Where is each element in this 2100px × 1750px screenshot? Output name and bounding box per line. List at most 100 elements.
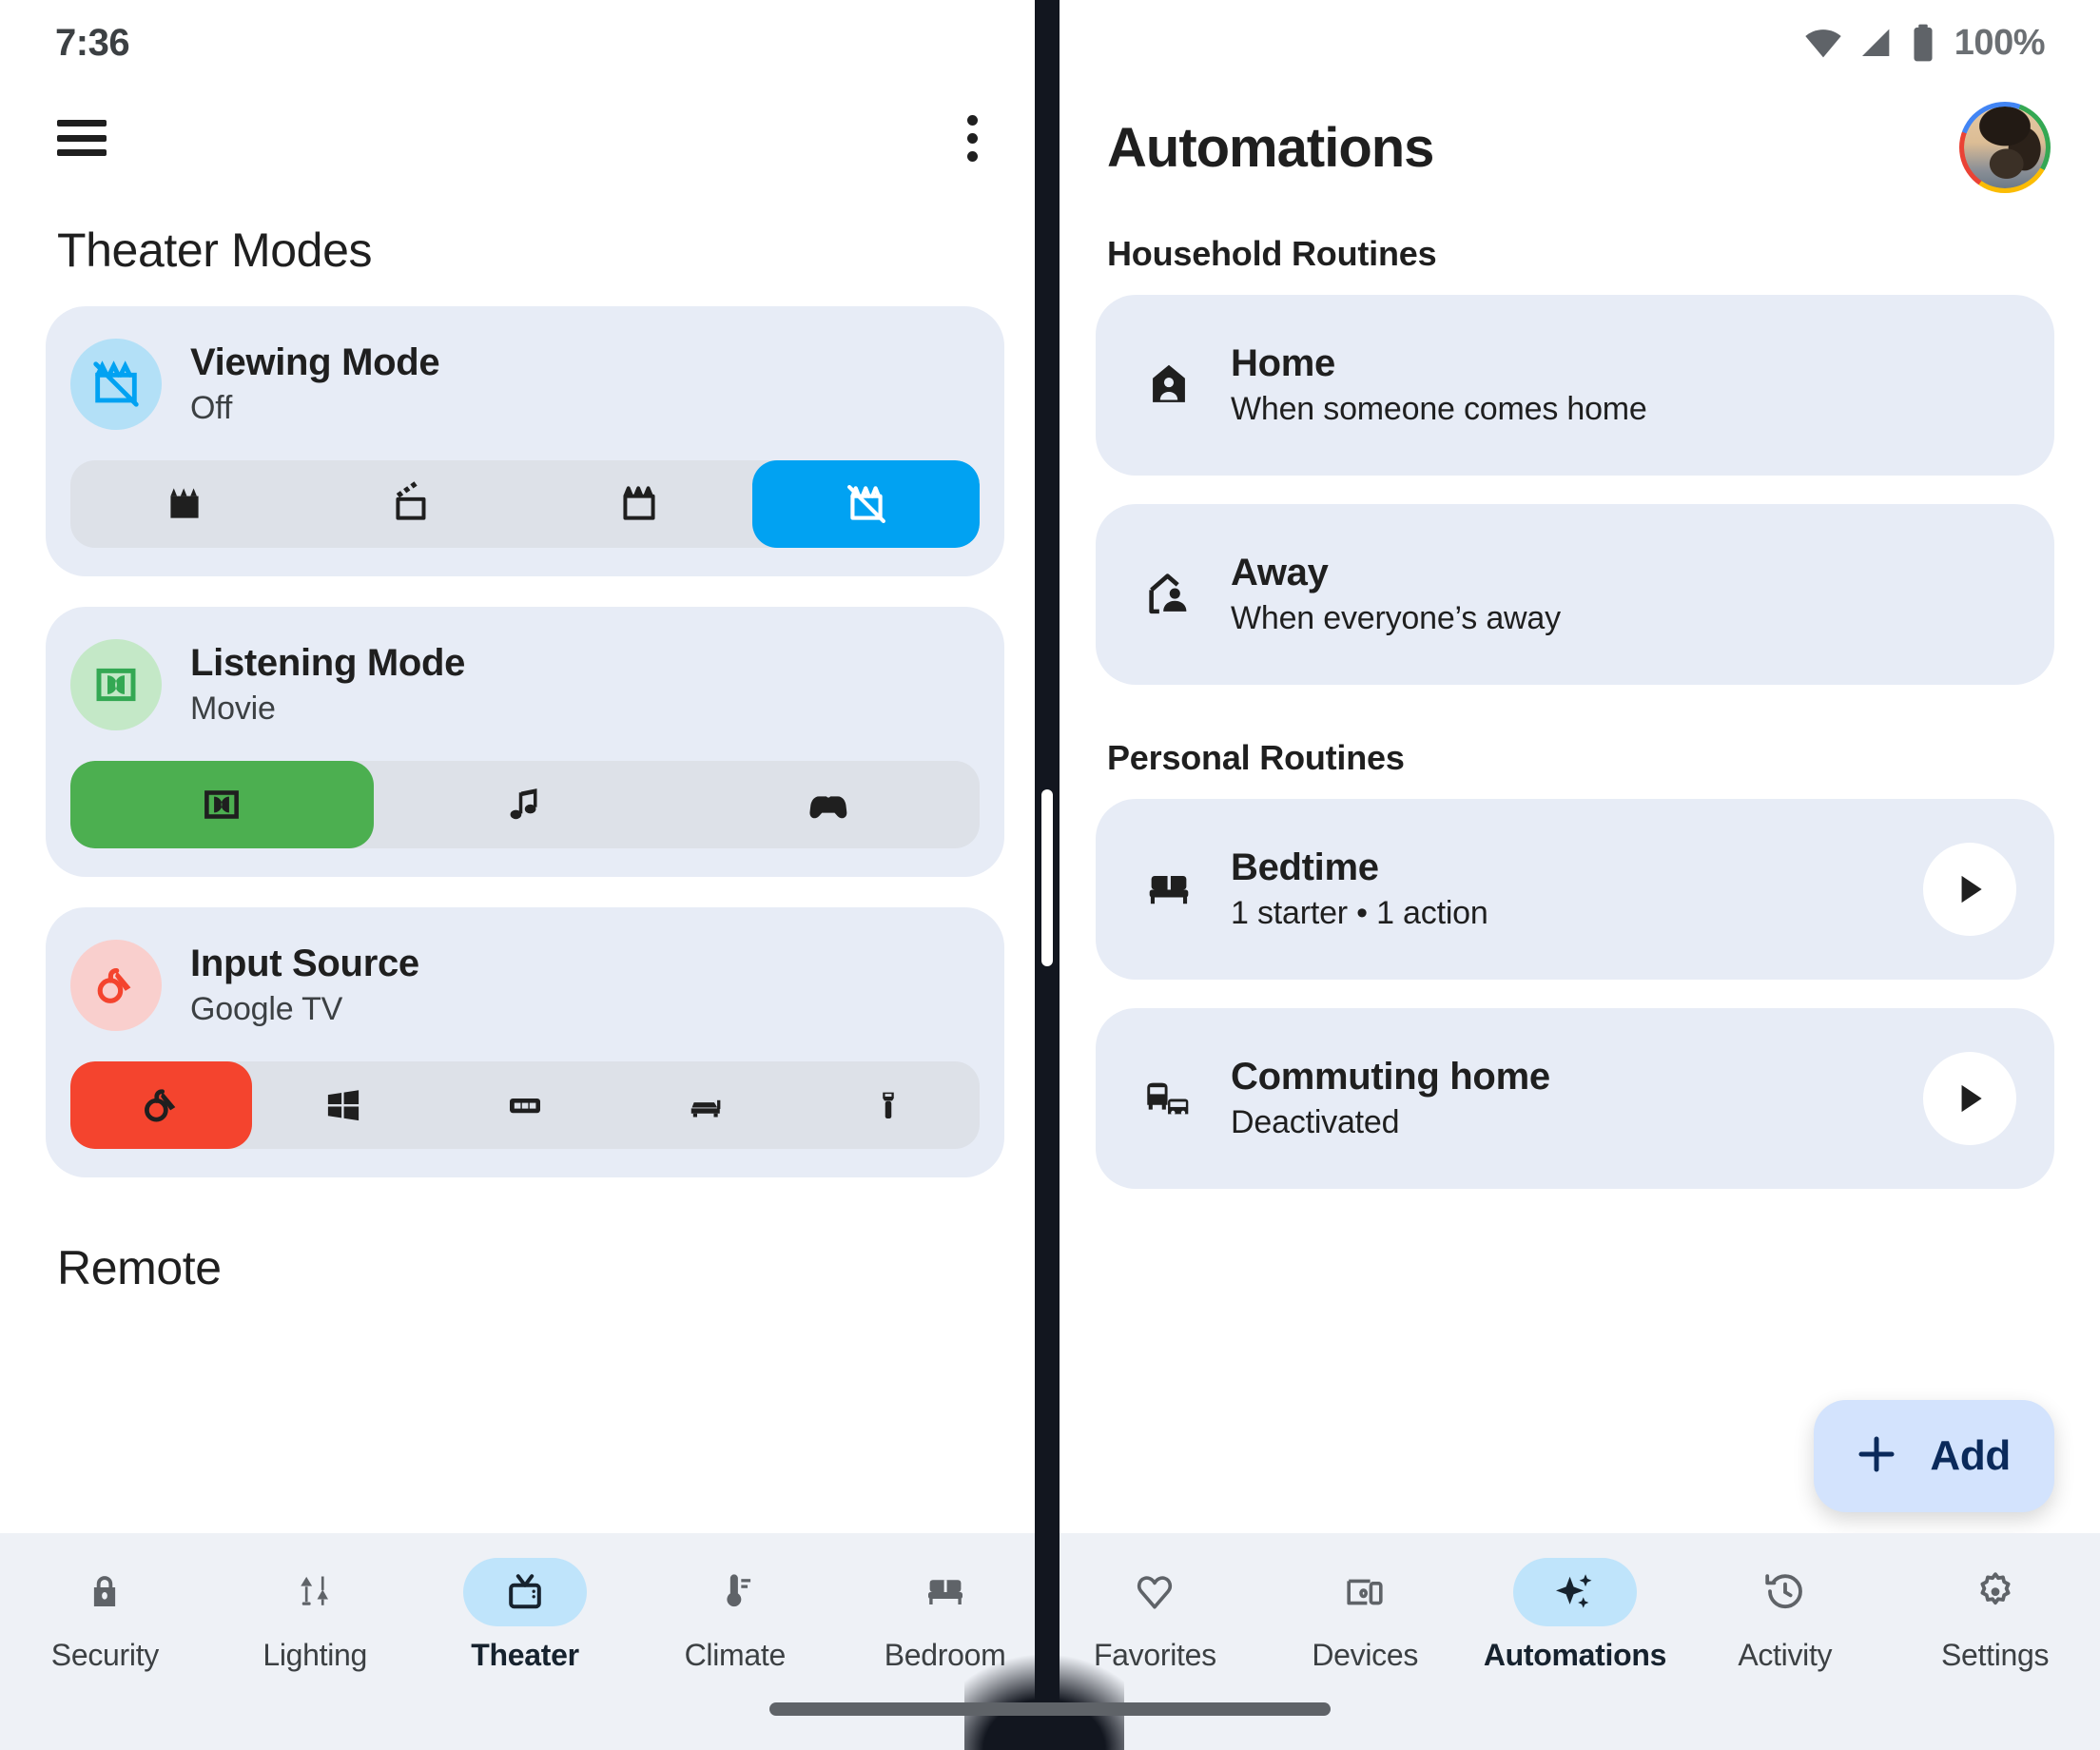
right-app-pane: 100% Automations Household Routines Home… — [1050, 0, 2100, 1750]
routine-title: Away — [1231, 552, 1329, 593]
listening-mode-segmented-control — [70, 761, 980, 848]
home-person-icon — [1139, 358, 1198, 413]
nav-item-automations[interactable]: Automations — [1470, 1558, 1681, 1673]
thermostat-icon — [673, 1558, 797, 1626]
lock-icon — [43, 1558, 166, 1626]
bed-icon — [1139, 862, 1198, 917]
nav-item-bedroom[interactable]: Bedroom — [840, 1558, 1050, 1673]
right-status-bar: 100% — [1050, 0, 2100, 86]
history-icon — [1723, 1558, 1847, 1626]
segment-hdmi-plug[interactable] — [798, 1061, 980, 1149]
card-title: Input Source — [190, 943, 419, 984]
lamps-icon — [253, 1558, 377, 1626]
nav-item-theater[interactable]: Theater — [420, 1558, 631, 1673]
left-status-bar: 7:36 — [0, 0, 1050, 86]
nav-label: Favorites — [1093, 1638, 1216, 1672]
routine-subtitle: 1 starter • 1 action — [1231, 895, 1488, 931]
viewing-mode-card[interactable]: Viewing Mode Off — [46, 306, 1004, 576]
nav-label: Automations — [1483, 1638, 1667, 1672]
nav-label: Lighting — [262, 1638, 368, 1672]
add-automation-button[interactable]: Add — [1814, 1400, 2054, 1512]
page-title: Automations — [1107, 116, 1434, 179]
input-source-segmented-control — [70, 1061, 980, 1149]
gesture-navigation-bar[interactable] — [769, 1702, 1331, 1716]
nav-label: Activity — [1738, 1638, 1833, 1672]
more-vert-icon[interactable] — [951, 111, 993, 165]
nav-item-lighting[interactable]: Lighting — [210, 1558, 420, 1673]
cellular-signal-icon — [1857, 24, 1896, 62]
nav-label: Theater — [471, 1638, 579, 1672]
plus-icon — [1852, 1429, 1901, 1484]
add-button-label: Add — [1930, 1432, 2011, 1479]
nav-item-favorites[interactable]: Favorites — [1050, 1558, 1260, 1673]
card-header: Input Source Google TV — [70, 932, 980, 1040]
run-routine-button[interactable] — [1923, 843, 2016, 936]
remote-heading: Remote — [57, 1241, 222, 1294]
viewing-mode-segmented-control — [70, 460, 980, 548]
card-value: Off — [190, 390, 233, 426]
commute-icon — [1139, 1071, 1198, 1126]
left-app-pane: 7:36 Theater Modes Viewing Mode Off List… — [0, 0, 1050, 1750]
card-header: Viewing Mode Off — [70, 331, 980, 439]
routine-card-home[interactable]: Home When someone comes home — [1096, 295, 2054, 476]
segment-windows-logo[interactable] — [252, 1061, 434, 1149]
right-app-bar: Automations — [1050, 86, 2100, 209]
avatar[interactable] — [1959, 102, 2051, 193]
nav-item-climate[interactable]: Climate — [630, 1558, 840, 1673]
segment-cast-dongle[interactable] — [70, 1061, 253, 1149]
nav-item-devices[interactable]: Devices — [1260, 1558, 1470, 1673]
personal-routines-heading: Personal Routines — [1107, 738, 1405, 777]
segment-movie-outline[interactable] — [525, 460, 752, 548]
card-header: Listening Mode Movie — [70, 632, 980, 740]
cast-dongle-icon — [70, 940, 162, 1031]
segment-movie-filled[interactable] — [70, 460, 298, 548]
heart-icon — [1093, 1558, 1216, 1626]
household-routines-heading: Household Routines — [1107, 234, 1437, 273]
routine-text: Away When everyone’s away — [1231, 552, 2016, 637]
card-value: Google TV — [190, 991, 343, 1027]
nav-item-settings[interactable]: Settings — [1890, 1558, 2100, 1673]
nav-label: Security — [50, 1638, 160, 1672]
segment-music-note[interactable] — [374, 761, 677, 848]
tv-icon — [462, 1558, 587, 1626]
home-away-icon — [1139, 567, 1198, 622]
routine-title: Bedtime — [1231, 846, 1379, 888]
routine-subtitle: When everyone’s away — [1231, 600, 1561, 636]
split-screen-stage: 7:36 Theater Modes Viewing Mode Off List… — [0, 0, 2100, 1750]
wifi-icon — [1802, 22, 1844, 64]
run-routine-button[interactable] — [1923, 1052, 2016, 1145]
battery-full-icon — [1909, 22, 1937, 64]
nav-item-security[interactable]: Security — [0, 1558, 210, 1673]
theater-modes-heading: Theater Modes — [57, 224, 373, 277]
card-value: Movie — [190, 690, 276, 727]
listening-mode-card[interactable]: Listening Mode Movie — [46, 607, 1004, 877]
routine-text: Commuting home Deactivated — [1231, 1056, 1891, 1141]
routine-subtitle: Deactivated — [1231, 1104, 1400, 1140]
left-app-bar — [0, 86, 1050, 190]
routine-card-away[interactable]: Away When everyone’s away — [1096, 504, 2054, 685]
hamburger-menu-icon[interactable] — [57, 120, 107, 156]
segment-dolby-surround[interactable] — [70, 761, 374, 848]
routine-card-commuting-home[interactable]: Commuting home Deactivated — [1096, 1008, 2054, 1189]
nav-label: Devices — [1312, 1638, 1419, 1672]
right-scroll-content: Household Routines Home When someone com… — [1050, 209, 2100, 1533]
gear-icon — [1934, 1558, 2057, 1626]
status-clock: 7:36 — [55, 21, 130, 64]
segment-game-controller[interactable] — [676, 761, 980, 848]
routine-title: Commuting home — [1231, 1056, 1550, 1098]
card-text: Listening Mode Movie — [190, 642, 465, 728]
status-icon-group: 100% — [1802, 22, 2046, 64]
segment-soundbar[interactable] — [616, 1061, 798, 1149]
nav-item-activity[interactable]: Activity — [1680, 1558, 1890, 1673]
nav-label: Bedroom — [884, 1638, 1006, 1672]
nav-label: Climate — [684, 1638, 787, 1672]
right-bottom-nav: Favorites Devices Automations Activity S… — [1050, 1533, 2100, 1750]
segment-movie-off[interactable] — [752, 460, 980, 548]
input-source-card[interactable]: Input Source Google TV — [46, 907, 1004, 1177]
card-title: Listening Mode — [190, 642, 466, 684]
routine-text: Home When someone comes home — [1231, 342, 2016, 428]
routine-card-bedtime[interactable]: Bedtime 1 starter • 1 action — [1096, 799, 2054, 980]
segment-movie-open[interactable] — [298, 460, 525, 548]
sparkle-icon — [1512, 1558, 1637, 1626]
segment-media-box[interactable] — [434, 1061, 615, 1149]
